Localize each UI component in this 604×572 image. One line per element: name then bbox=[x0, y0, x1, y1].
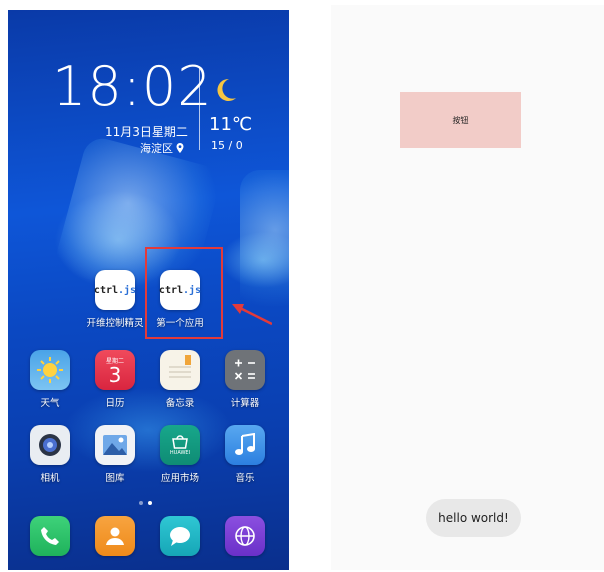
calculator-icon bbox=[225, 350, 265, 390]
app-appgallery[interactable]: HUAWEI 应用市场 bbox=[150, 425, 210, 484]
dock-phone[interactable] bbox=[20, 516, 80, 556]
app-music[interactable]: 音乐 bbox=[215, 425, 275, 484]
app-label: 应用市场 bbox=[160, 473, 199, 484]
pointer-arrow-icon bbox=[232, 304, 272, 326]
temperature-range: 15 / 0 bbox=[211, 139, 243, 152]
app-label: 计算器 bbox=[230, 398, 260, 409]
location-label: 海淀区 bbox=[140, 142, 173, 155]
messages-icon bbox=[160, 516, 200, 556]
app-label: 备忘录 bbox=[165, 398, 195, 409]
app-label: 开维控制精灵 bbox=[86, 318, 144, 329]
app-weather[interactable]: 天气 bbox=[20, 350, 80, 409]
huawei-brand: HUAWEI bbox=[169, 449, 191, 456]
demo-button[interactable]: 按钮 bbox=[400, 92, 521, 148]
home-screen: 18:02 11月3日星期二 海淀区 11℃ 15 / 0 ctrl.js 开维… bbox=[8, 10, 289, 570]
highlight-box bbox=[145, 247, 223, 339]
app-label: 音乐 bbox=[235, 473, 255, 484]
clock-date: 11月3日星期二 bbox=[105, 125, 188, 139]
app-calendar[interactable]: 星期二 3 日历 bbox=[85, 350, 145, 409]
app-label: 图库 bbox=[105, 473, 125, 484]
dock-messages[interactable] bbox=[150, 516, 210, 556]
calendar-icon: 星期二 3 bbox=[95, 350, 135, 390]
toast-message: hello world! bbox=[426, 499, 521, 537]
app-screen: 按钮 hello world! bbox=[331, 5, 604, 570]
app-kaiwei-control[interactable]: ctrl.js 开维控制精灵 bbox=[85, 270, 145, 329]
clock-time: 18:02 bbox=[52, 55, 213, 118]
page-indicator bbox=[139, 501, 152, 505]
location-pin-icon bbox=[176, 143, 184, 153]
contacts-icon bbox=[95, 516, 135, 556]
temperature: 11℃ bbox=[209, 114, 253, 135]
dock-contacts[interactable] bbox=[85, 516, 145, 556]
browser-icon bbox=[225, 516, 265, 556]
app-gallery[interactable]: 图库 bbox=[85, 425, 145, 484]
dock-browser[interactable] bbox=[215, 516, 275, 556]
app-notes[interactable]: 备忘录 bbox=[150, 350, 210, 409]
weather-sun-icon bbox=[30, 350, 70, 390]
clock-location: 海淀区 bbox=[140, 140, 184, 156]
gallery-icon bbox=[95, 425, 135, 465]
phone-icon bbox=[30, 516, 70, 556]
wallpaper-ice-right bbox=[240, 170, 289, 320]
ctrljs-icon: ctrl.js bbox=[94, 270, 136, 310]
page-dot-active bbox=[148, 501, 152, 505]
calendar-day-number: 3 bbox=[108, 362, 122, 387]
app-calculator[interactable]: 计算器 bbox=[215, 350, 275, 409]
moon-icon bbox=[217, 78, 236, 101]
page-dot bbox=[139, 501, 143, 505]
clock-divider bbox=[199, 68, 200, 150]
notepad-icon bbox=[160, 350, 200, 390]
camera-icon bbox=[30, 425, 70, 465]
music-icon bbox=[225, 425, 265, 465]
app-camera[interactable]: 相机 bbox=[20, 425, 80, 484]
app-label: 相机 bbox=[40, 473, 60, 484]
appgallery-icon: HUAWEI bbox=[160, 425, 200, 465]
app-label: 日历 bbox=[105, 398, 125, 409]
app-label: 天气 bbox=[40, 398, 60, 409]
